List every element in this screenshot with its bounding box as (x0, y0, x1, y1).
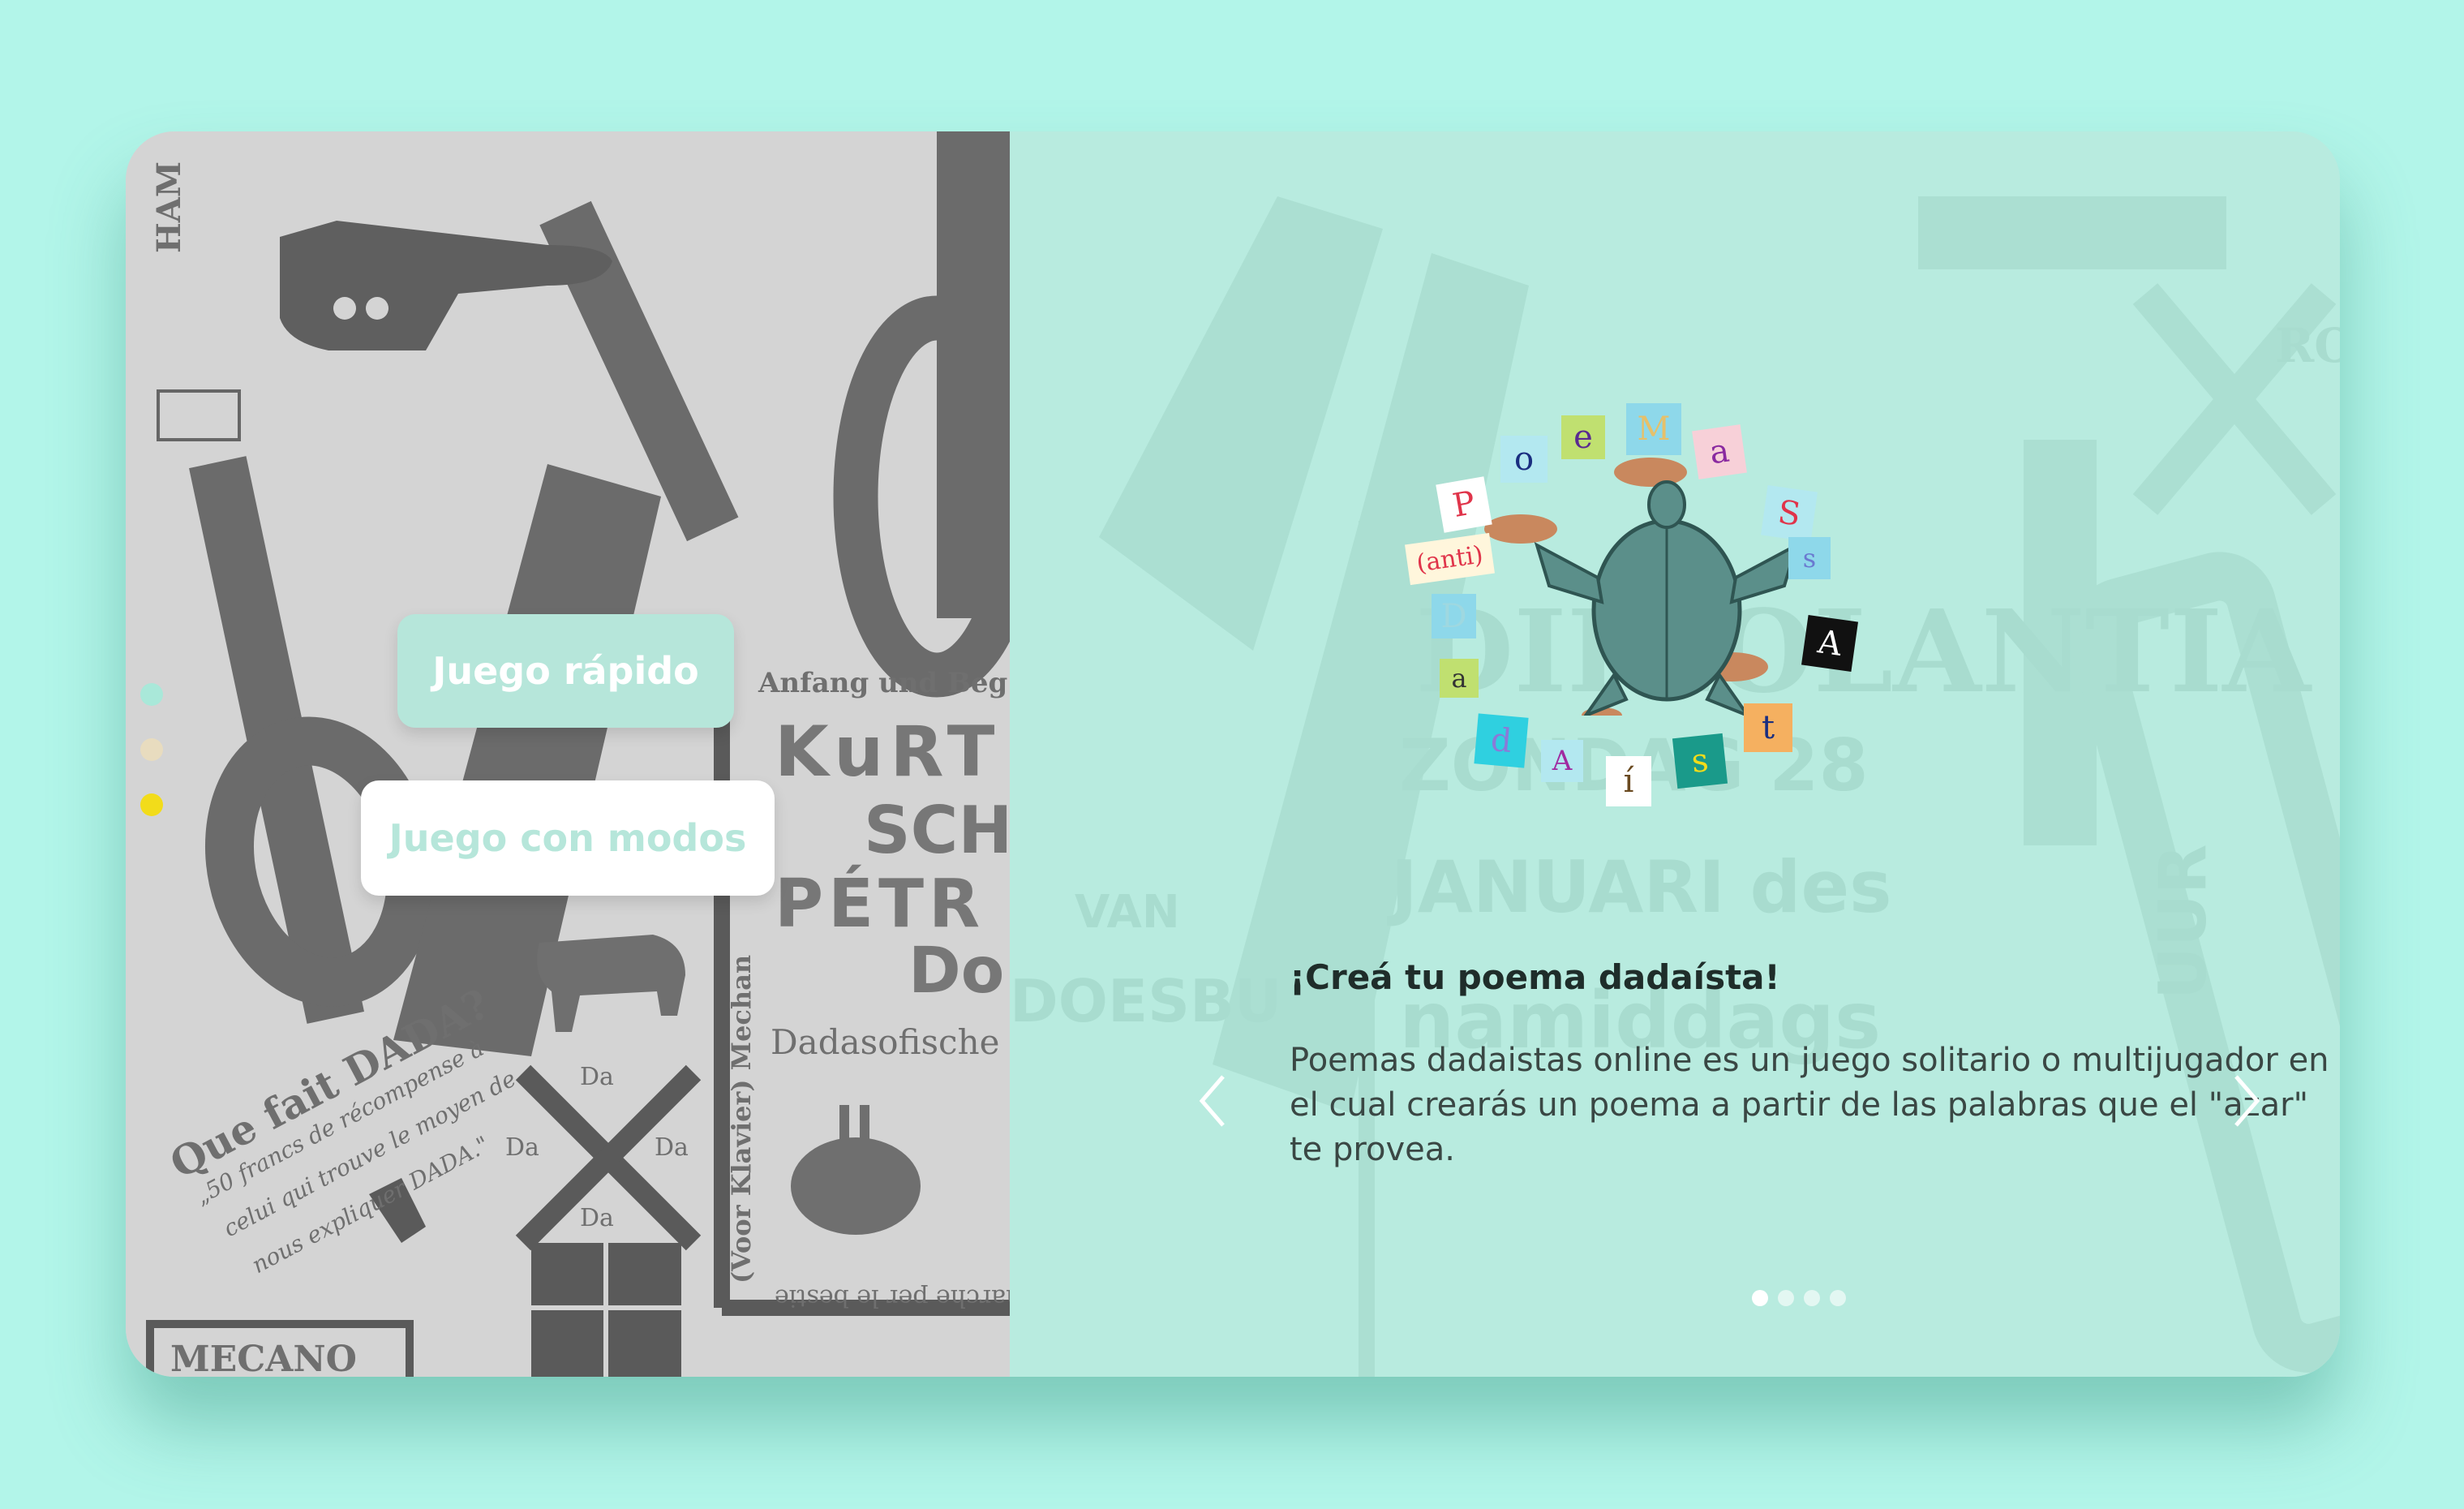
logo-letter-s-small: s (1788, 537, 1831, 579)
poemas-dadaistas-logo: P o e M a S s (anti) D a A d A í s t (1405, 261, 1910, 806)
logo-letter-a1: a (1692, 424, 1747, 479)
ghost-text-doesbu: DOESBU (1010, 967, 1282, 1035)
pager-dot-3[interactable] (1804, 1290, 1820, 1306)
poster-text-petro: PÉTR (775, 866, 985, 943)
indicator-dot-yellow[interactable] (140, 793, 163, 816)
poster-text-kurt: KuRT (775, 712, 1002, 793)
next-slide-arrow[interactable] (2226, 1068, 2267, 1133)
logo-letter-p: P (1436, 476, 1492, 533)
slide-pager (1752, 1290, 1846, 1306)
indicator-dot-beige[interactable] (140, 738, 163, 761)
logo-letter-d: D (1432, 594, 1476, 638)
poster-text-da-top: Da (580, 1063, 614, 1091)
card-title: ¡Creá tu poema dadaísta! (1290, 957, 1780, 997)
poster-text-da-left: Da (505, 1133, 539, 1162)
pager-dot-1[interactable] (1752, 1290, 1768, 1306)
poster-text-bestie: Tre marche per le bestie (775, 1283, 1010, 1312)
ghost-text-rots: ROTS (2275, 318, 2340, 373)
poster-text-voor-klavier: (Voor Klavier) Mechan (726, 954, 757, 1283)
poster-text-dadasofische: Dadasofische (771, 1022, 1000, 1062)
logo-letter-s3: s (1672, 733, 1728, 789)
indicator-dot-mint[interactable] (140, 683, 163, 706)
poster-text-da-right: Da (655, 1133, 689, 1162)
logo-letter-a-black: A (1801, 614, 1859, 673)
poster-text-anfang: Anfang und Beg (758, 667, 1008, 699)
quick-game-button[interactable]: Juego rápido (397, 614, 734, 728)
pager-dot-4[interactable] (1830, 1290, 1846, 1306)
info-panel: DIRIOLANTIA ZONDAG 28 JANUARI des namidd… (1010, 131, 2340, 1377)
logo-letter-a3: A (1541, 740, 1583, 782)
logo-letter-e: e (1561, 415, 1605, 459)
chevron-left-icon (1199, 1075, 1225, 1127)
poster-text-do: Do (908, 935, 1005, 1008)
ghost-text-uur: UUR (2145, 844, 2221, 1000)
logo-letter-s-big: S (1760, 484, 1818, 543)
poster-text-ham: HAM (150, 161, 188, 253)
logo-letter-m: M (1626, 403, 1681, 455)
logo-letter-d2: d (1474, 713, 1529, 768)
poster-text-schw: SCH (864, 793, 1010, 868)
logo-letter-o: o (1500, 436, 1548, 483)
ghost-text-van: VAN (1075, 886, 1180, 939)
card-description: Poemas dadaistas online es un juego soli… (1290, 1042, 2329, 1168)
ghost-text-januari: JANUARI des (1391, 845, 1892, 929)
poster-text-mecano: MECANO (170, 1339, 357, 1377)
dada-poster-panel: HAM Anfang und Beg KuRT SCH PÉTR Do Dada… (126, 131, 1010, 1377)
pager-dot-2[interactable] (1778, 1290, 1794, 1306)
prev-slide-arrow[interactable] (1192, 1068, 1233, 1133)
main-card: HAM Anfang und Beg KuRT SCH PÉTR Do Dada… (126, 131, 2340, 1377)
modes-game-button[interactable]: Juego con modos (361, 780, 775, 896)
chevron-right-icon (2234, 1075, 2260, 1127)
logo-letter-i: í (1606, 756, 1651, 806)
mode-indicator-dots (140, 683, 163, 849)
logo-letter-a2: a (1440, 659, 1479, 698)
poster-text-da-bottom: Da (580, 1204, 614, 1232)
logo-letter-t: t (1744, 703, 1792, 752)
